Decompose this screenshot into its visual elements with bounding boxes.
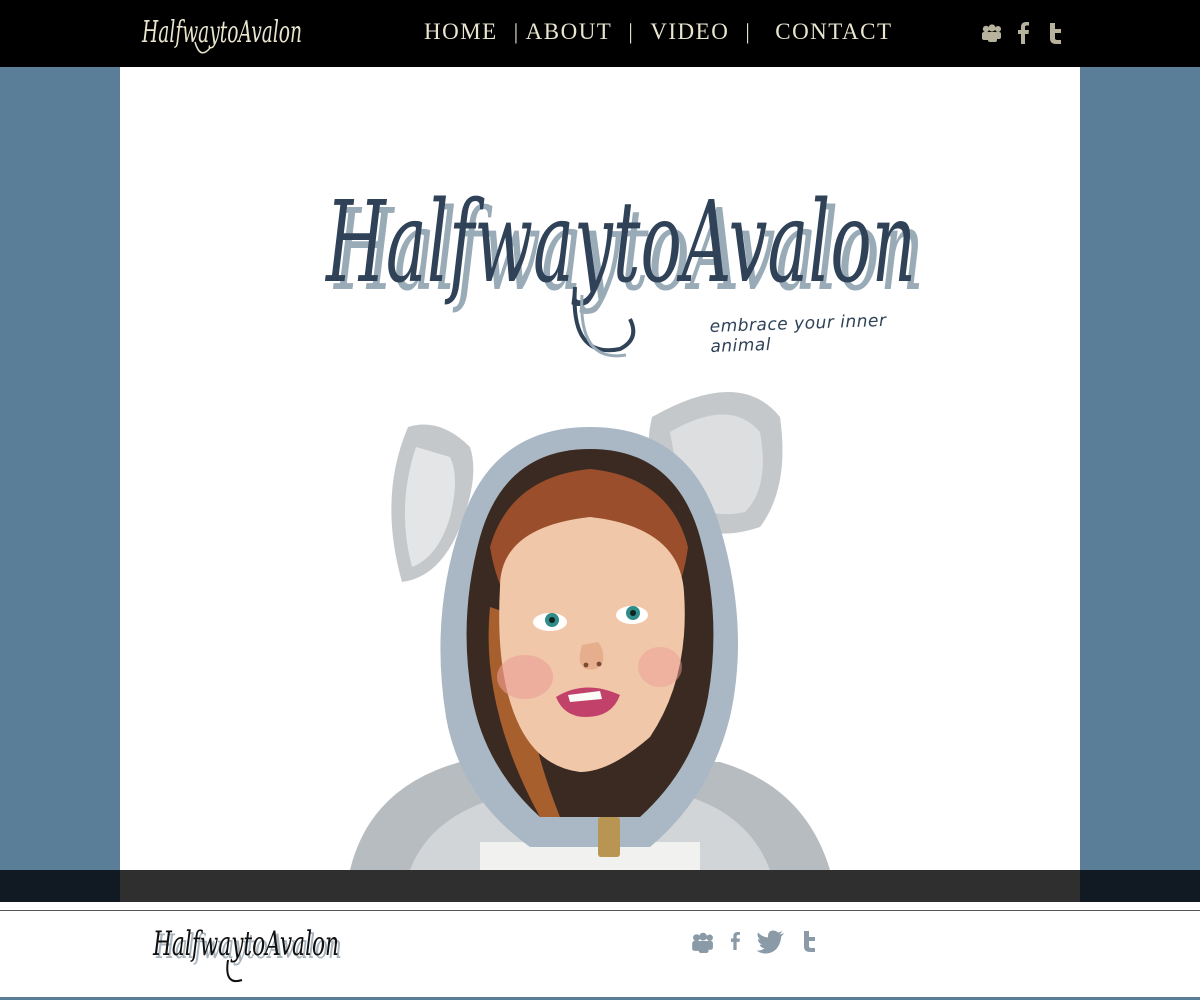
- header-social-links: [980, 20, 1066, 46]
- top-navigation-bar: HalfwaytoAvalon HOME | ABOUT | VIDEO | C…: [0, 0, 1200, 67]
- hero-panel: HalfwaytoAvalon HalfwaytoAvalon embrace …: [120, 67, 1080, 870]
- nav-about-link[interactable]: ABOUT: [526, 19, 613, 45]
- tumblr-icon[interactable]: [798, 926, 820, 956]
- footer-social-links: [690, 926, 820, 956]
- facebook-icon[interactable]: [726, 926, 744, 956]
- site-logo[interactable]: HalfwaytoAvalon: [140, 2, 310, 64]
- footer-divider: [0, 910, 1200, 911]
- twitter-icon[interactable]: [756, 928, 786, 956]
- nav-contact-link[interactable]: CONTACT: [775, 19, 892, 45]
- facebook-icon[interactable]: [1012, 20, 1034, 46]
- zipper: [598, 817, 620, 857]
- hero-tagline: embrace your inner animal: [709, 310, 887, 358]
- nav-video-link[interactable]: VIDEO: [650, 19, 729, 45]
- footer-logo[interactable]: HalfwaytoAvalon HalfwaytoAvalon: [150, 916, 350, 988]
- nav-separator: |: [628, 19, 635, 44]
- footer-strip-center: [120, 870, 1080, 902]
- hero-artwork: [350, 392, 830, 870]
- nav-home-link[interactable]: HOME: [424, 19, 498, 45]
- myspace-icon[interactable]: [690, 926, 714, 956]
- site-logo-text: HalfwaytoAvalon: [141, 15, 302, 50]
- nav-separator: |: [745, 19, 752, 44]
- myspace-icon[interactable]: [980, 20, 1002, 46]
- main-nav: HOME | ABOUT | VIDEO | CONTACT: [424, 17, 893, 47]
- tumblr-icon[interactable]: [1044, 20, 1066, 46]
- footer-logo-text: HalfwaytoAvalon: [152, 924, 339, 964]
- hero-logo-text: HalfwaytoAvalon: [325, 178, 916, 308]
- nav-separator: |: [513, 19, 520, 44]
